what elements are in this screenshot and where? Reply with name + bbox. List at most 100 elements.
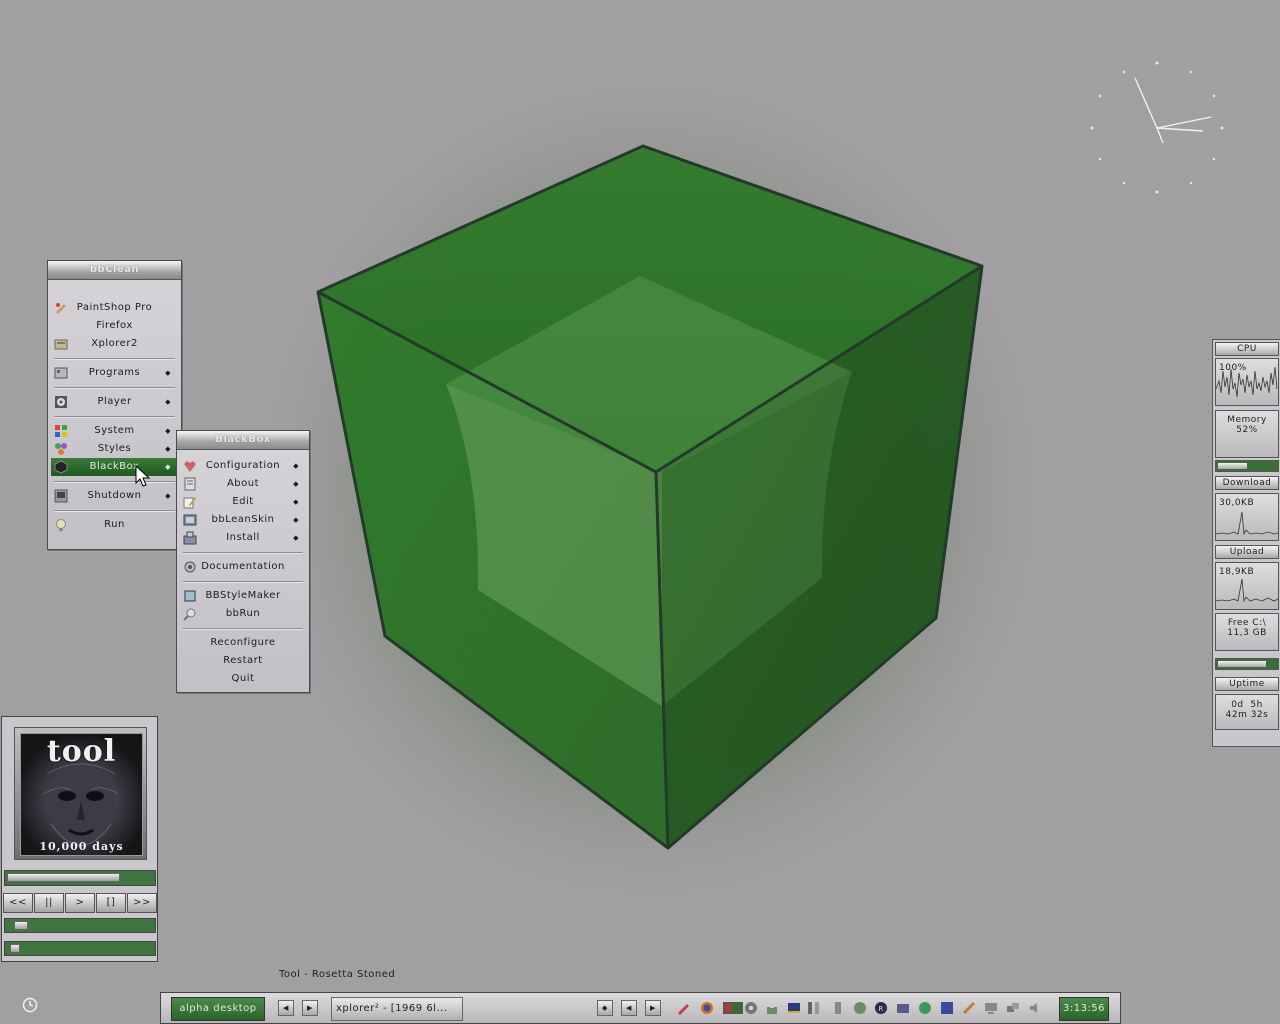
next-button[interactable]: >> bbox=[127, 893, 157, 913]
track-progress-bar[interactable] bbox=[4, 870, 156, 886]
cpu-graph-line bbox=[1216, 366, 1278, 398]
stop-button[interactable]: [] bbox=[96, 893, 126, 913]
device-tray-icon[interactable] bbox=[896, 1001, 910, 1015]
album-cover-frame: tool 10,000 days bbox=[14, 727, 147, 860]
tools-tray-icon[interactable] bbox=[962, 1001, 976, 1015]
computer-tray-icon[interactable] bbox=[984, 1001, 998, 1015]
menu-item-styles[interactable]: Styles ◆ bbox=[51, 440, 178, 458]
menu-item-label: BlackBox bbox=[89, 461, 140, 472]
blackbox-icon bbox=[54, 460, 68, 474]
shutdown-icon bbox=[54, 489, 68, 503]
system-tray-icon[interactable] bbox=[730, 1001, 744, 1015]
task-prev-button[interactable]: ◀ bbox=[621, 1000, 637, 1016]
menu-separator bbox=[54, 481, 175, 483]
task-menu-button[interactable]: ◆ bbox=[597, 1000, 613, 1016]
player-tray-icon[interactable] bbox=[744, 1001, 758, 1015]
menu-item-quit[interactable]: Quit bbox=[180, 670, 306, 688]
upload-graph: 18,9KB bbox=[1215, 562, 1279, 610]
menu-separator bbox=[183, 628, 303, 630]
menu-item-paintshop-pro[interactable]: PaintShop Pro bbox=[51, 299, 178, 317]
menu-item-install[interactable]: Install ◆ bbox=[180, 529, 306, 547]
menu-item-programs[interactable]: Programs ◆ bbox=[51, 364, 178, 382]
menu-item-bbleanskin[interactable]: bbLeanSkin ◆ bbox=[180, 511, 306, 529]
menu-item-system[interactable]: System ◆ bbox=[51, 422, 178, 440]
album-cover-art: tool 10,000 days bbox=[20, 733, 143, 856]
uptime-label: Uptime bbox=[1215, 677, 1279, 691]
menu-item-about[interactable]: About ◆ bbox=[180, 475, 306, 493]
install-tray-icon[interactable] bbox=[765, 1001, 779, 1015]
chat-tray-icon[interactable] bbox=[918, 1001, 932, 1015]
workspace-label[interactable]: alpha desktop bbox=[171, 997, 265, 1021]
bars-tray-icon[interactable] bbox=[807, 1001, 821, 1015]
menu-item-player[interactable]: Player ◆ bbox=[51, 393, 178, 411]
bbclean-menu-title[interactable]: bbClean bbox=[48, 261, 181, 280]
volume-slider-handle[interactable] bbox=[14, 921, 28, 930]
submenu-arrow-icon: ◆ bbox=[293, 534, 299, 542]
album-title-text: 10,000 days bbox=[39, 840, 124, 853]
volume-slider[interactable] bbox=[4, 918, 156, 933]
upload-graph-line bbox=[1216, 578, 1278, 603]
styles-icon bbox=[55, 443, 67, 455]
memory-value: 52% bbox=[1236, 425, 1258, 435]
bbclean-menu: bbClean PaintShop Pro Firefox Xplorer2 P… bbox=[47, 260, 182, 550]
xplorer-icon bbox=[54, 339, 68, 350]
disk-label: Free C:\ bbox=[1227, 618, 1267, 628]
balance-slider[interactable] bbox=[4, 941, 156, 956]
menu-item-shutdown[interactable]: Shutdown ◆ bbox=[51, 487, 178, 505]
network-connections-tray-icon[interactable] bbox=[1006, 1001, 1020, 1015]
submenu-arrow-icon: ◆ bbox=[293, 516, 299, 524]
menu-item-blackbox[interactable]: BlackBox ◆ bbox=[51, 458, 178, 476]
menu-item-restart[interactable]: Restart bbox=[180, 652, 306, 670]
paintshop-tray-icon[interactable] bbox=[676, 1001, 690, 1015]
clock-icon[interactable] bbox=[22, 997, 38, 1013]
workspace-prev-button[interactable]: ◀ bbox=[278, 1000, 294, 1016]
network-tray-icon[interactable]: R bbox=[874, 1001, 888, 1015]
workspace-next-button[interactable]: ▶ bbox=[302, 1000, 318, 1016]
messenger-tray-icon[interactable] bbox=[940, 1001, 954, 1015]
task-next-button[interactable]: ▶ bbox=[645, 1000, 661, 1016]
play-button[interactable]: > bbox=[65, 893, 95, 913]
previous-button[interactable]: << bbox=[3, 893, 33, 913]
menu-item-run[interactable]: Run bbox=[51, 516, 178, 534]
menu-item-edit[interactable]: Edit ◆ bbox=[180, 493, 306, 511]
documentation-icon bbox=[184, 561, 196, 573]
menu-item-label: Firefox bbox=[96, 320, 133, 331]
system-monitor-panel: CPU 100% Memory 52% Download 30,0KB Uplo… bbox=[1212, 339, 1280, 747]
balance-slider-handle[interactable] bbox=[10, 944, 20, 953]
blackbox-submenu-title[interactable]: BlackBox bbox=[177, 431, 309, 450]
uptime-line2: 42m 32s bbox=[1225, 710, 1269, 720]
menu-item-bbrun[interactable]: bbRun bbox=[180, 605, 306, 623]
bbrun-icon bbox=[183, 608, 196, 621]
monitor-tray-icon[interactable] bbox=[787, 1001, 801, 1015]
globe-tray-icon[interactable] bbox=[853, 1001, 867, 1015]
pause-button[interactable]: || bbox=[34, 893, 64, 913]
submenu-arrow-icon: ◆ bbox=[293, 480, 299, 488]
about-icon bbox=[184, 477, 196, 491]
bbleanskin-icon bbox=[183, 514, 197, 526]
usb-tray-icon[interactable] bbox=[831, 1001, 845, 1015]
player-icon bbox=[55, 396, 67, 408]
cpu-graph: 100% bbox=[1215, 358, 1279, 406]
menu-item-xplorer2[interactable]: Xplorer2 bbox=[51, 335, 178, 353]
task-button-xplorer[interactable]: xplorer² - [1969 6l... bbox=[331, 997, 463, 1021]
taskbar-clock[interactable]: 3:13:56 bbox=[1059, 997, 1109, 1021]
submenu-arrow-icon: ◆ bbox=[165, 398, 171, 406]
menu-item-reconfigure[interactable]: Reconfigure bbox=[180, 634, 306, 652]
volume-tray-icon[interactable] bbox=[1028, 1001, 1042, 1015]
svg-text:R: R bbox=[878, 1005, 883, 1013]
disk-value: 11,3 GB bbox=[1227, 628, 1267, 638]
menu-item-firefox[interactable]: Firefox bbox=[51, 317, 178, 335]
submenu-arrow-icon: ◆ bbox=[293, 462, 299, 470]
desktop-analog-clock bbox=[1090, 61, 1224, 194]
programs-icon bbox=[54, 367, 68, 379]
firefox-tray-icon[interactable] bbox=[700, 1001, 714, 1015]
menu-item-label: bbLeanSkin bbox=[211, 514, 275, 525]
menu-item-label: Xplorer2 bbox=[91, 338, 138, 349]
menu-item-documentation[interactable]: Documentation bbox=[180, 558, 306, 576]
submenu-arrow-icon: ◆ bbox=[293, 498, 299, 506]
menu-item-label: Player bbox=[97, 396, 132, 407]
menu-item-bbstylemaker[interactable]: BBStyleMaker bbox=[180, 587, 306, 605]
menu-item-label: About bbox=[226, 478, 260, 489]
upload-label: Upload bbox=[1215, 545, 1279, 559]
menu-item-configuration[interactable]: Configuration ◆ bbox=[180, 457, 306, 475]
